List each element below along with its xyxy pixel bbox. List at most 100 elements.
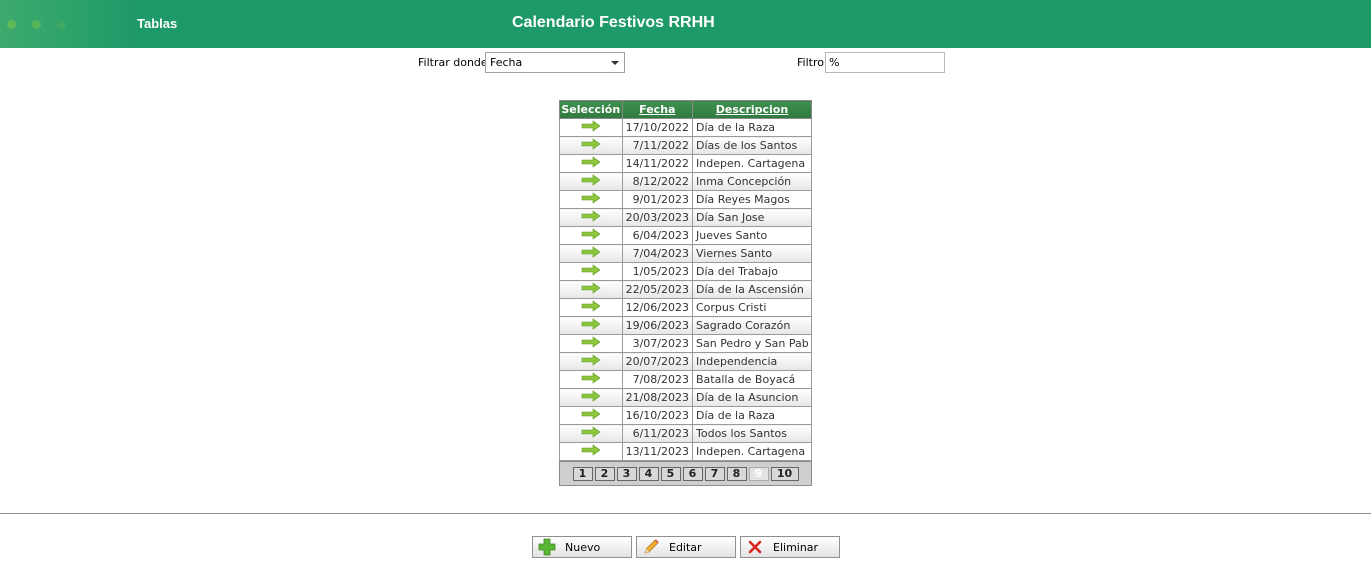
new-button-label: Nuevo xyxy=(565,540,601,554)
row-select-cell[interactable] xyxy=(559,334,623,353)
page-button-2[interactable]: 2 xyxy=(594,466,615,481)
row-select-cell[interactable] xyxy=(559,298,623,317)
cell-descripcion: Indepen. Cartagena xyxy=(692,154,812,173)
page-title: Calendario Festivos RRHH xyxy=(512,14,715,31)
row-select-cell[interactable] xyxy=(559,226,623,245)
filter-input[interactable]: % xyxy=(825,52,945,73)
table-row: 13/11/2023 Indepen. Cartagena xyxy=(559,442,812,461)
arrow-right-icon[interactable] xyxy=(581,174,601,189)
cell-fecha: 6/11/2023 xyxy=(621,424,694,443)
table-row: 12/06/2023 Corpus Cristi xyxy=(559,298,812,317)
cell-fecha: 21/08/2023 xyxy=(621,388,694,407)
new-button[interactable]: Nuevo xyxy=(532,536,632,558)
row-select-cell[interactable] xyxy=(559,352,623,371)
arrow-right-icon[interactable] xyxy=(581,228,601,243)
row-select-cell[interactable] xyxy=(559,172,623,191)
page-button-1[interactable]: 1 xyxy=(572,466,593,481)
table-row: 6/04/2023 Jueves Santo xyxy=(559,226,812,245)
row-select-cell[interactable] xyxy=(559,244,623,263)
table-row: 7/04/2023 Viernes Santo xyxy=(559,244,812,263)
cell-descripcion: Día de la Asuncion xyxy=(692,388,812,407)
table-row: 16/10/2023 Día de la Raza xyxy=(559,406,812,425)
page-button-4[interactable]: 4 xyxy=(638,466,659,481)
arrow-right-icon[interactable] xyxy=(581,336,601,351)
cell-fecha: 7/04/2023 xyxy=(621,244,694,263)
table-header-row: Selección Fecha Descripcion xyxy=(559,100,812,119)
row-select-cell[interactable] xyxy=(559,280,623,299)
arrow-right-icon[interactable] xyxy=(581,264,601,279)
edit-button-label: Editar xyxy=(669,540,702,554)
arrow-right-icon[interactable] xyxy=(581,246,601,261)
arrow-right-icon[interactable] xyxy=(581,156,601,171)
cell-fecha: 19/06/2023 xyxy=(621,316,694,335)
cell-descripcion: Día Reyes Magos xyxy=(692,190,812,209)
cell-fecha: 9/01/2023 xyxy=(621,190,694,209)
x-icon xyxy=(745,537,765,557)
page-button-3[interactable]: 3 xyxy=(616,466,637,481)
delete-button[interactable]: Eliminar xyxy=(740,536,840,558)
row-select-cell[interactable] xyxy=(559,388,623,407)
cell-fecha: 8/12/2022 xyxy=(621,172,694,191)
column-header-fecha[interactable]: Fecha xyxy=(621,100,694,119)
row-select-cell[interactable] xyxy=(559,442,623,461)
page-button-9[interactable]: 9 xyxy=(748,466,769,481)
cell-fecha: 1/05/2023 xyxy=(621,262,694,281)
arrow-right-icon[interactable] xyxy=(581,318,601,333)
page-button-5[interactable]: 5 xyxy=(660,466,681,481)
tables-link[interactable]: Tablas xyxy=(137,16,177,31)
arrow-right-icon[interactable] xyxy=(581,372,601,387)
arrow-right-icon[interactable] xyxy=(581,138,601,153)
page-button-6[interactable]: 6 xyxy=(682,466,703,481)
row-select-cell[interactable] xyxy=(559,370,623,389)
table-row: 20/07/2023 Independencia xyxy=(559,352,812,371)
filter-field-value: Fecha xyxy=(490,56,523,69)
row-select-cell[interactable] xyxy=(559,118,623,137)
row-select-cell[interactable] xyxy=(559,136,623,155)
cell-descripcion: San Pedro y San Pab xyxy=(692,334,812,353)
row-select-cell[interactable] xyxy=(559,208,623,227)
table-body: 17/10/2022 Día de la Raza 7/11/2022 Días de… xyxy=(559,118,812,461)
arrow-right-icon[interactable] xyxy=(581,390,601,405)
row-select-cell[interactable] xyxy=(559,154,623,173)
cell-descripcion: Jueves Santo xyxy=(692,226,812,245)
arrow-right-icon[interactable] xyxy=(581,408,601,423)
app-header: Tablas Calendario Festivos RRHH xyxy=(0,0,1371,48)
cell-descripcion: Día de la Raza xyxy=(692,406,812,425)
filter-field-select[interactable]: Fecha xyxy=(485,52,625,73)
table-row: 6/11/2023 Todos los Santos xyxy=(559,424,812,443)
pencil-icon xyxy=(641,537,661,557)
arrow-right-icon[interactable] xyxy=(581,120,601,135)
cell-descripcion: Día de la Ascensión xyxy=(692,280,812,299)
arrow-right-icon[interactable] xyxy=(581,354,601,369)
footer-divider xyxy=(0,513,1371,514)
row-select-cell[interactable] xyxy=(559,316,623,335)
arrow-right-icon[interactable] xyxy=(581,444,601,459)
header-glow xyxy=(0,0,140,48)
window-dot-2 xyxy=(32,20,41,29)
page-button-8[interactable]: 8 xyxy=(726,466,747,481)
cell-descripcion: Día San Jose xyxy=(692,208,812,227)
arrow-right-icon[interactable] xyxy=(581,300,601,315)
cell-descripcion: Viernes Santo xyxy=(692,244,812,263)
page-button-7[interactable]: 7 xyxy=(704,466,725,481)
arrow-right-icon[interactable] xyxy=(581,282,601,297)
cell-fecha: 22/05/2023 xyxy=(621,280,694,299)
cell-descripcion: Corpus Cristi xyxy=(692,298,812,317)
page-button-10[interactable]: 10 xyxy=(770,466,799,481)
column-header-descripcion[interactable]: Descripcion xyxy=(692,100,812,119)
cell-descripcion: Independencia xyxy=(692,352,812,371)
cell-descripcion: Sagrado Corazón xyxy=(692,316,812,335)
arrow-right-icon[interactable] xyxy=(581,210,601,225)
edit-button[interactable]: Editar xyxy=(636,536,736,558)
cell-descripcion: Batalla de Boyacá xyxy=(692,370,812,389)
row-select-cell[interactable] xyxy=(559,262,623,281)
arrow-right-icon[interactable] xyxy=(581,426,601,441)
table-row: 21/08/2023 Día de la Asuncion xyxy=(559,388,812,407)
row-select-cell[interactable] xyxy=(559,406,623,425)
cell-descripcion: Día de la Raza xyxy=(692,118,812,137)
arrow-right-icon[interactable] xyxy=(581,192,601,207)
row-select-cell[interactable] xyxy=(559,190,623,209)
row-select-cell[interactable] xyxy=(559,424,623,443)
column-header-seleccion: Selección xyxy=(559,100,623,119)
table-row: 14/11/2022 Indepen. Cartagena xyxy=(559,154,812,173)
